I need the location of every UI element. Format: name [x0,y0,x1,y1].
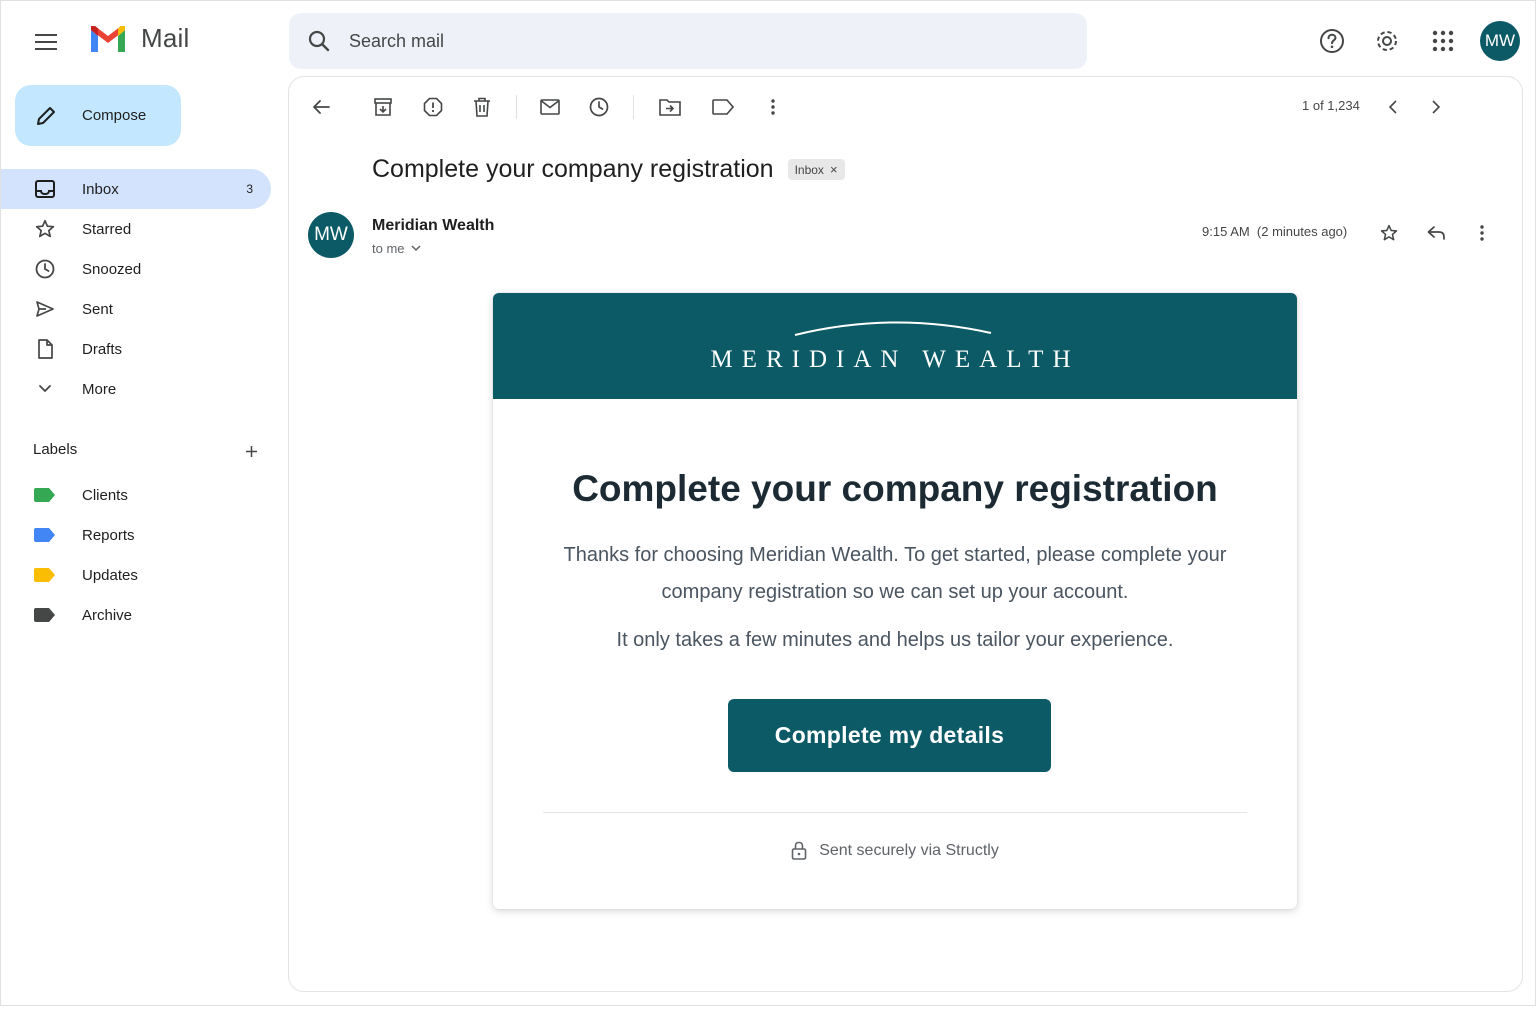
compose-button[interactable]: Compose [15,85,181,146]
complete-details-button[interactable]: Complete my details [728,699,1051,772]
message-pane: 1 of 1,234 Complete your company registr… [288,76,1523,992]
back-arrow-icon[interactable] [305,91,337,123]
draft-icon [33,337,57,361]
label-tag-icon [34,488,55,502]
snooze-clock-icon[interactable] [583,91,615,123]
sidebar-item-label: Snoozed [82,260,142,278]
add-label-plus-icon[interactable] [239,439,263,463]
apps-grid-icon[interactable] [1423,21,1463,61]
message-subject-row: Complete your company registration Inbox… [372,155,845,184]
message-timestamp: 9:15 AM (2 minutes ago) [1202,224,1348,239]
account-avatar[interactable]: MW [1480,21,1520,61]
label-item-archive[interactable]: Archive [1,595,271,635]
secure-footer-text: Sent securely via Structly [819,841,999,859]
older-chevron-right-icon[interactable] [1420,91,1452,123]
reply-icon[interactable] [1420,217,1452,249]
inbox-label-chip: Inbox × [787,159,845,180]
sidebar-item-inbox[interactable]: Inbox 3 [1,169,271,209]
label-name: Reports [82,526,135,544]
move-to-folder-icon[interactable] [654,91,686,123]
email-paragraph: Thanks for choosing Meridian Wealth. To … [563,544,1227,603]
chevron-down-icon [410,245,421,252]
labels-header: Labels [33,441,263,463]
label-name: Updates [82,566,138,584]
remove-label-close-icon[interactable]: × [830,162,838,177]
recipient-label: to me [372,241,405,256]
sidebar-item-more[interactable]: More [1,369,271,409]
help-icon[interactable] [1312,21,1352,61]
recipient-details-toggle[interactable]: to me [372,241,421,256]
label-item-reports[interactable]: Reports [1,515,271,555]
mail-logo-icon [91,25,125,52]
report-spam-icon[interactable] [417,91,449,123]
chevron-down-icon [33,377,57,401]
newer-chevron-left-icon[interactable] [1377,91,1409,123]
more-vert-icon[interactable] [757,91,789,123]
email-body-card: MERIDIAN WEALTH Complete your company re… [493,293,1297,909]
menu-icon [35,34,57,50]
pencil-icon [35,105,57,127]
sidebar-item-drafts[interactable]: Drafts [1,329,271,369]
lock-icon [791,841,807,860]
mail-window: Mail MW Compose Inbox 3 [0,0,1536,1006]
label-item-updates[interactable]: Updates [1,555,271,595]
pagination-count: 1 of 1,234 [1302,98,1360,113]
brand-wordmark: MERIDIAN WEALTH [710,346,1080,373]
sidebar-item-snoozed[interactable]: Snoozed [1,249,271,289]
message-subject: Complete your company registration [372,155,774,183]
star-icon [33,217,57,241]
email-paragraph: It only takes a few minutes and helps us… [616,629,1174,651]
mark-unread-mail-icon[interactable] [534,91,566,123]
search-input[interactable] [349,30,949,52]
sidebar-item-starred[interactable]: Starred [1,209,271,249]
label-name: Archive [82,606,133,624]
send-icon [33,297,57,321]
email-divider [543,812,1247,813]
compose-label: Compose [82,107,147,124]
trash-icon[interactable] [466,91,498,123]
sidebar-item-label: Starred [82,220,132,238]
app-name: Mail [141,23,190,53]
brand-arc-logo-icon [794,321,992,336]
settings-gear-icon[interactable] [1367,21,1407,61]
labels-title: Labels [33,441,78,458]
sidebar-item-label: More [82,380,117,398]
sidebar-item-label: Drafts [82,340,123,358]
more-vert-icon[interactable] [1466,217,1498,249]
inbox-icon [33,177,57,201]
label-name: Clients [82,486,128,504]
sender-name[interactable]: Meridian Wealth [372,217,494,235]
toolbar-divider [516,95,517,119]
label-list: Clients Reports Updates Archive [1,475,271,635]
sender-avatar[interactable]: MW [308,212,354,258]
sidebar-nav: Inbox 3 Starred Snoozed Sent Drafts More [1,169,271,409]
email-brand-header: MERIDIAN WEALTH [493,293,1297,399]
label-item-clients[interactable]: Clients [1,475,271,515]
secure-footer: Sent securely via Structly [493,841,1297,860]
label-icon[interactable] [707,91,739,123]
sidebar-item-label: Inbox [82,180,119,198]
search-bar[interactable] [289,13,1087,69]
sidebar-item-sent[interactable]: Sent [1,289,271,329]
toolbar-divider [633,95,634,119]
clock-icon [33,257,57,281]
label-tag-icon [34,568,55,582]
unread-count: 3 [246,182,253,196]
label-tag-icon [34,528,55,542]
search-icon[interactable] [291,13,347,69]
label-tag-icon [34,608,55,622]
main-menu-button[interactable] [27,23,65,61]
chip-label: Inbox [794,162,824,177]
star-icon[interactable] [1373,217,1405,249]
archive-icon[interactable] [367,91,399,123]
sidebar-item-label: Sent [82,300,113,318]
mail-logo[interactable]: Mail [89,23,189,54]
email-heading: Complete your company registration [572,468,1218,509]
